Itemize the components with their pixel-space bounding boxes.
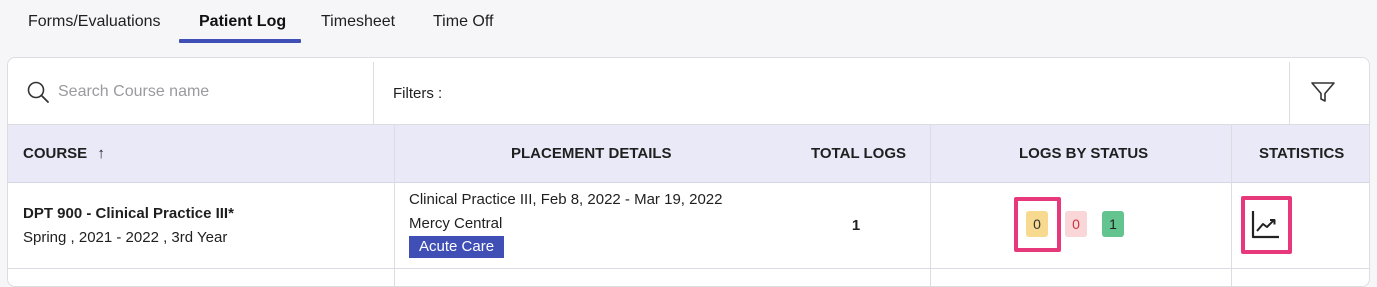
search-icon xyxy=(27,81,49,103)
active-tab-indicator xyxy=(179,39,301,43)
status-badge-approved[interactable]: 1 xyxy=(1102,211,1124,237)
course-column-header[interactable]: COURSE ↑ xyxy=(23,125,105,183)
toolbar: Filters : xyxy=(8,58,1369,125)
placement-details-header: PLACEMENT DETAILS xyxy=(511,145,672,162)
course-header-label: COURSE xyxy=(23,145,88,162)
trending-chart-icon[interactable] xyxy=(1251,209,1281,239)
placement-site: Mercy Central xyxy=(409,215,503,232)
course-name: DPT 900 - Clinical Practice III* xyxy=(23,205,234,222)
status-badge-rejected[interactable]: 0 xyxy=(1065,211,1087,237)
patient-log-card: Filters : COURSE ↑ PLACEMENT DETAILS TOT… xyxy=(7,57,1370,287)
filter-icon[interactable] xyxy=(1310,80,1336,104)
placement-type-tag: Acute Care xyxy=(409,236,505,258)
course-term: Spring , 2021 - 2022 , 3rd Year xyxy=(23,229,228,246)
sort-ascending-icon: ↑ xyxy=(97,145,105,162)
placement-title: Clinical Practice III, Feb 8, 2022 - Mar… xyxy=(409,191,723,208)
table-header: COURSE ↑ PLACEMENT DETAILS TOTAL LOGS LO… xyxy=(8,125,1369,183)
table-row: DPT 900 - Clinical Practice III* Spring … xyxy=(8,183,1369,269)
statistics-header: STATISTICS xyxy=(1259,145,1345,162)
filters-label: Filters : xyxy=(393,85,443,102)
toolbar-divider xyxy=(373,62,374,124)
tab-forms-evaluations[interactable]: Forms/Evaluations xyxy=(28,0,161,44)
tab-patient-log[interactable]: Patient Log xyxy=(199,0,286,44)
total-logs-value: 1 xyxy=(851,217,861,234)
search-input[interactable] xyxy=(58,78,358,106)
tab-timesheet[interactable]: Timesheet xyxy=(321,0,395,44)
tab-time-off[interactable]: Time Off xyxy=(433,0,493,44)
total-logs-header: TOTAL LOGS xyxy=(811,145,907,162)
tab-bar: Forms/Evaluations Patient Log Timesheet … xyxy=(0,0,1377,44)
status-badge-pending[interactable]: 0 xyxy=(1026,211,1048,237)
logs-by-status-header: LOGS BY STATUS xyxy=(1019,145,1149,162)
toolbar-divider xyxy=(1289,62,1290,124)
